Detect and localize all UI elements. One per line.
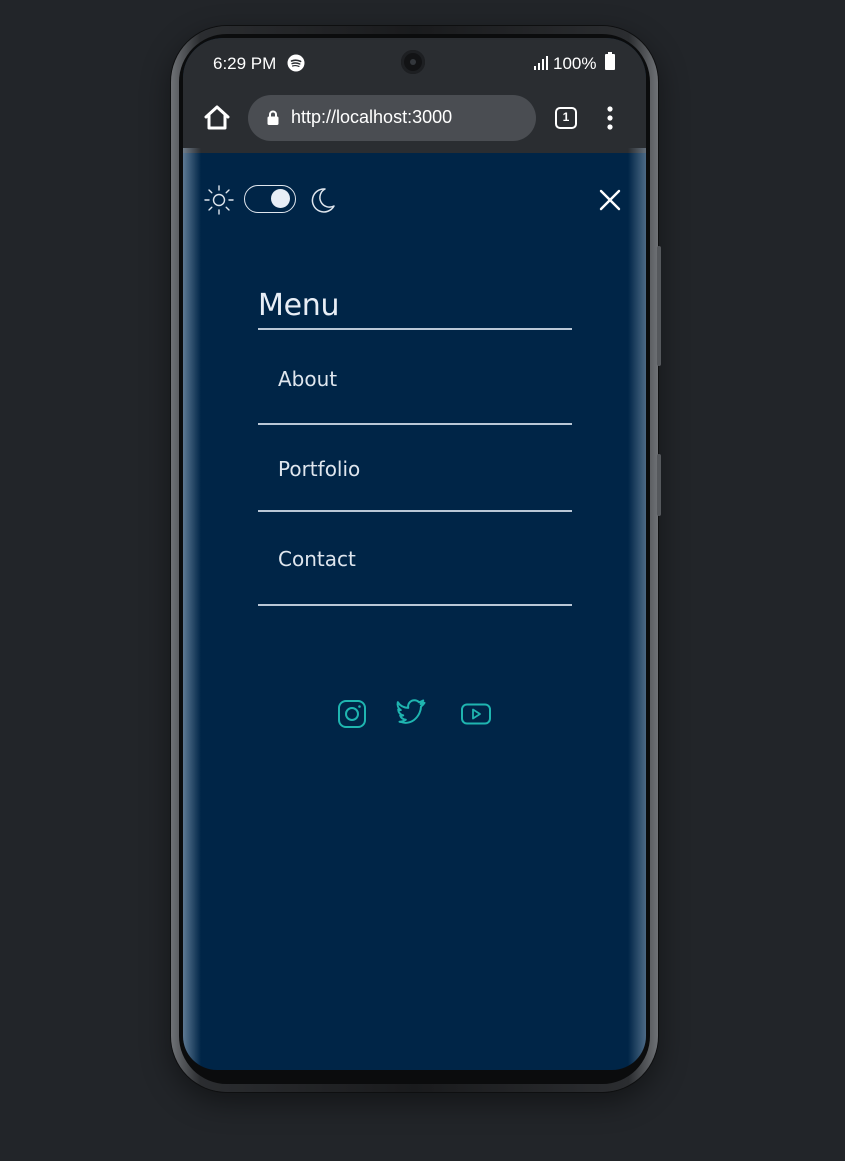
battery-level: 100%: [553, 54, 597, 73]
home-icon[interactable]: [203, 104, 231, 130]
moon-icon: [311, 188, 335, 213]
lock-icon: [267, 110, 279, 125]
nav-divider: [258, 423, 572, 425]
status-time: 6:29 PM: [213, 54, 277, 73]
signal-icon: [534, 56, 548, 70]
front-camera: [401, 50, 425, 74]
nav-divider: [258, 510, 572, 512]
tab-switcher-button[interactable]: 1: [555, 107, 577, 129]
theme-toggle-switch[interactable]: [244, 185, 296, 213]
menu-title: Menu: [258, 288, 340, 323]
address-bar[interactable]: http://localhost:3000: [248, 95, 536, 141]
nav-item-label: Contact: [278, 547, 356, 571]
battery-icon: [605, 52, 615, 70]
nav-item-label: About: [278, 367, 338, 391]
browser-chrome: 6:29 PM 100% http://localhost:3000 1: [183, 38, 646, 153]
more-menu-icon[interactable]: [607, 106, 613, 130]
instagram-icon[interactable]: [335, 697, 369, 731]
nav-item-contact[interactable]: Contact: [258, 529, 572, 589]
url-text: http://localhost:3000: [291, 107, 453, 127]
phone-screen: 6:29 PM 100% http://localhost:3000 1 Men…: [183, 38, 646, 1070]
spotify-icon: [287, 54, 305, 72]
device-stage: 6:29 PM 100% http://localhost:3000 1 Men…: [0, 0, 845, 1161]
volume-button: [657, 246, 661, 366]
youtube-icon[interactable]: [459, 697, 493, 731]
menu-title-divider: [258, 328, 572, 330]
close-icon[interactable]: [598, 188, 622, 212]
power-button: [657, 454, 661, 516]
sun-icon: [204, 185, 234, 215]
nav-item-about[interactable]: About: [258, 349, 572, 409]
toggle-knob: [271, 189, 290, 208]
twitter-icon[interactable]: [396, 697, 430, 731]
nav-item-portfolio[interactable]: Portfolio: [258, 439, 572, 499]
nav-item-label: Portfolio: [278, 457, 361, 481]
nav-divider: [258, 604, 572, 606]
